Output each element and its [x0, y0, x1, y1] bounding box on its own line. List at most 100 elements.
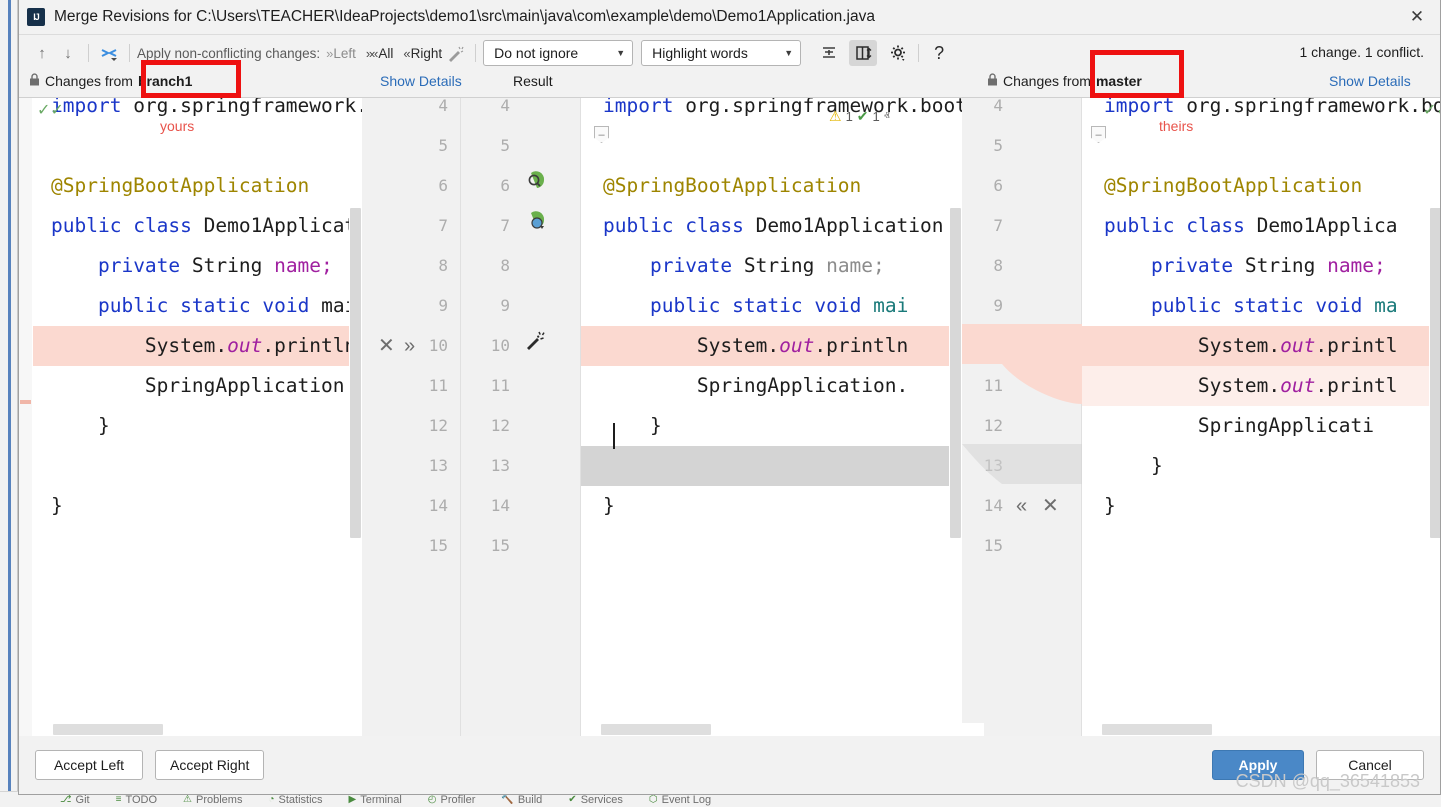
- run-class-gutter-icon[interactable]: [527, 206, 546, 246]
- center-pane-vscrollbar[interactable]: [949, 208, 962, 736]
- code-line[interactable]: import org.springframework.boot.SpringAp…: [33, 98, 362, 126]
- left-revert-change-icon[interactable]: ✕: [378, 326, 395, 366]
- right-vscroll-thumb[interactable]: [1430, 208, 1440, 538]
- apply-nonconflicting-label: Apply non-conflicting changes:: [137, 46, 320, 61]
- line-number: 14: [984, 486, 1003, 526]
- code-line[interactable]: [581, 126, 984, 166]
- right-hscroll-thumb[interactable]: [1102, 724, 1212, 735]
- status-bar-item[interactable]: ≡ TODO: [116, 794, 157, 806]
- code-line[interactable]: [581, 446, 984, 486]
- close-icon[interactable]: ✕: [1394, 0, 1440, 34]
- right-pane-vscrollbar[interactable]: [1429, 208, 1440, 736]
- highlight-policy-select[interactable]: Highlight words ▼: [641, 40, 801, 66]
- code-line[interactable]: }: [581, 406, 984, 446]
- code-line[interactable]: }: [1082, 486, 1440, 526]
- previous-difference-icon[interactable]: ↑: [29, 40, 55, 66]
- code-line[interactable]: }: [581, 486, 984, 526]
- code-line[interactable]: System.out.printl: [1082, 326, 1440, 366]
- inspection-widget[interactable]: ⚠ 1 ✔ 1 ⱏ ⱟ: [829, 108, 894, 125]
- status-bar-item[interactable]: ◔ Statistics: [268, 794, 322, 806]
- right-revert-change-icon[interactable]: ✕: [1042, 326, 1059, 366]
- code-line[interactable]: @SpringBootApplication: [581, 166, 984, 206]
- code-token: }: [1104, 494, 1116, 517]
- code-line[interactable]: SpringApplication.run(...);: [33, 366, 362, 406]
- apply-all-button[interactable]: »« All: [366, 46, 393, 61]
- line-number: 8: [993, 246, 1003, 286]
- code-line[interactable]: public static void main(: [33, 286, 362, 326]
- magic-resolve-gutter-icon[interactable]: [525, 326, 545, 366]
- apply-right-button[interactable]: « Right: [403, 46, 442, 61]
- left-vscroll-thumb[interactable]: [350, 208, 361, 538]
- code-line[interactable]: System.out.println: [581, 326, 984, 366]
- center-pane-hscrollbar[interactable]: [581, 723, 984, 736]
- left-hscroll-thumb[interactable]: [53, 724, 163, 735]
- code-line[interactable]: System.out.printl: [1082, 366, 1440, 406]
- accept-left-button[interactable]: Accept Left: [35, 750, 143, 780]
- merge-toolbar: ↑ ↓ Apply non-conflicting changes: » Lef…: [19, 35, 1440, 71]
- code-line[interactable]: public static void ma: [1082, 286, 1440, 326]
- ignore-policy-select[interactable]: Do not ignore ▼: [483, 40, 633, 66]
- magic-resolve-icon[interactable]: [442, 40, 468, 66]
- code-line[interactable]: SpringApplication.: [581, 366, 984, 406]
- right-revert-change-icon-2[interactable]: ✕: [1042, 486, 1059, 526]
- status-bar-item[interactable]: ⬡ Event Log: [649, 794, 711, 806]
- run-application-gutter-icon[interactable]: [527, 166, 546, 206]
- code-line[interactable]: System.out.println("branch1");: [33, 326, 362, 366]
- right-apply-change-icon-2[interactable]: «: [1016, 486, 1027, 526]
- left-editor-pane[interactable]: import org.springframework.boot.SpringAp…: [33, 98, 362, 736]
- status-bar-item[interactable]: ✔ Services: [568, 794, 623, 806]
- code-line[interactable]: public class Demo1Applica: [1082, 206, 1440, 246]
- center-hscroll-thumb[interactable]: [601, 724, 711, 735]
- viewer-mode-icon[interactable]: [849, 40, 877, 66]
- center-vscroll-thumb[interactable]: [950, 208, 961, 538]
- code-line[interactable]: [33, 526, 362, 566]
- prev-problem-icon[interactable]: ⱏ: [884, 109, 890, 124]
- code-line[interactable]: import org.springframework.boot.SpringAp…: [1082, 98, 1440, 126]
- next-difference-icon[interactable]: ↓: [55, 40, 81, 66]
- code-line[interactable]: @SpringBootApplication: [33, 166, 362, 206]
- left-apply-change-icon[interactable]: »: [404, 326, 415, 366]
- code-line[interactable]: }: [33, 406, 362, 446]
- status-bar-item[interactable]: ⎇ Git: [60, 794, 90, 806]
- code-line[interactable]: public static void mai: [581, 286, 984, 326]
- left-pane-hscrollbar[interactable]: [33, 723, 362, 736]
- code-line[interactable]: SpringApplicati: [1082, 406, 1440, 446]
- code-line[interactable]: public class Demo1Application {: [581, 206, 984, 246]
- code-line[interactable]: private String name;: [33, 246, 362, 286]
- code-line[interactable]: public class Demo1Application {: [33, 206, 362, 246]
- left-error-stripe[interactable]: [19, 98, 32, 736]
- code-line[interactable]: @SpringBootApplication: [1082, 166, 1440, 206]
- code-line[interactable]: }: [1082, 446, 1440, 486]
- status-bar-item[interactable]: ▶ Terminal: [349, 794, 402, 806]
- code-line[interactable]: [33, 126, 362, 166]
- apply-left-button[interactable]: » Left: [326, 46, 356, 61]
- code-line[interactable]: import org.springframework.boot.SpringAp…: [581, 98, 984, 126]
- collapse-unchanged-icon[interactable]: [815, 40, 843, 66]
- code-line[interactable]: private String name;: [1082, 246, 1440, 286]
- apply-all-non-conflicting-icon[interactable]: [96, 40, 122, 66]
- right-show-details-link[interactable]: Show Details: [1329, 73, 1411, 89]
- right-editor-pane[interactable]: import org.springframework.boot.SpringAp…: [1082, 98, 1440, 736]
- code-line[interactable]: [1082, 126, 1440, 166]
- status-bar-item[interactable]: 🔨 Build: [501, 794, 542, 806]
- settings-gear-icon[interactable]: [885, 40, 911, 66]
- code-line[interactable]: }: [33, 486, 362, 526]
- right-apply-change-icon[interactable]: «: [1016, 326, 1027, 366]
- status-bar-item[interactable]: ◴ Profiler: [428, 794, 476, 806]
- center-left-gutter[interactable]: 4 5 6 7 8 9 10 11 12 13 14 15: [461, 98, 581, 736]
- right-gutter[interactable]: 4 5 6 7 8 9 10 11 12 13 14 15 « ✕ « ✕: [962, 98, 1082, 736]
- line-number: 15: [429, 526, 448, 566]
- help-icon[interactable]: ?: [926, 40, 952, 66]
- code-line[interactable]: [33, 446, 362, 486]
- left-gutter[interactable]: 4 5 6 7 8 9 10 11 12 13 14 15 ✕»: [362, 98, 461, 736]
- code-line[interactable]: private String name;: [581, 246, 984, 286]
- left-show-details-link[interactable]: Show Details: [380, 73, 462, 89]
- right-pane-hscrollbar[interactable]: [1082, 723, 1440, 736]
- status-bar-item[interactable]: ⚠ Problems: [183, 794, 242, 806]
- code-line[interactable]: [1082, 526, 1440, 566]
- accept-right-button[interactable]: Accept Right: [155, 750, 264, 780]
- code-line[interactable]: [581, 526, 984, 566]
- result-editor-pane[interactable]: import org.springframework.boot.SpringAp…: [581, 98, 984, 736]
- code-token: [1174, 214, 1186, 237]
- left-pane-vscrollbar[interactable]: [349, 208, 362, 736]
